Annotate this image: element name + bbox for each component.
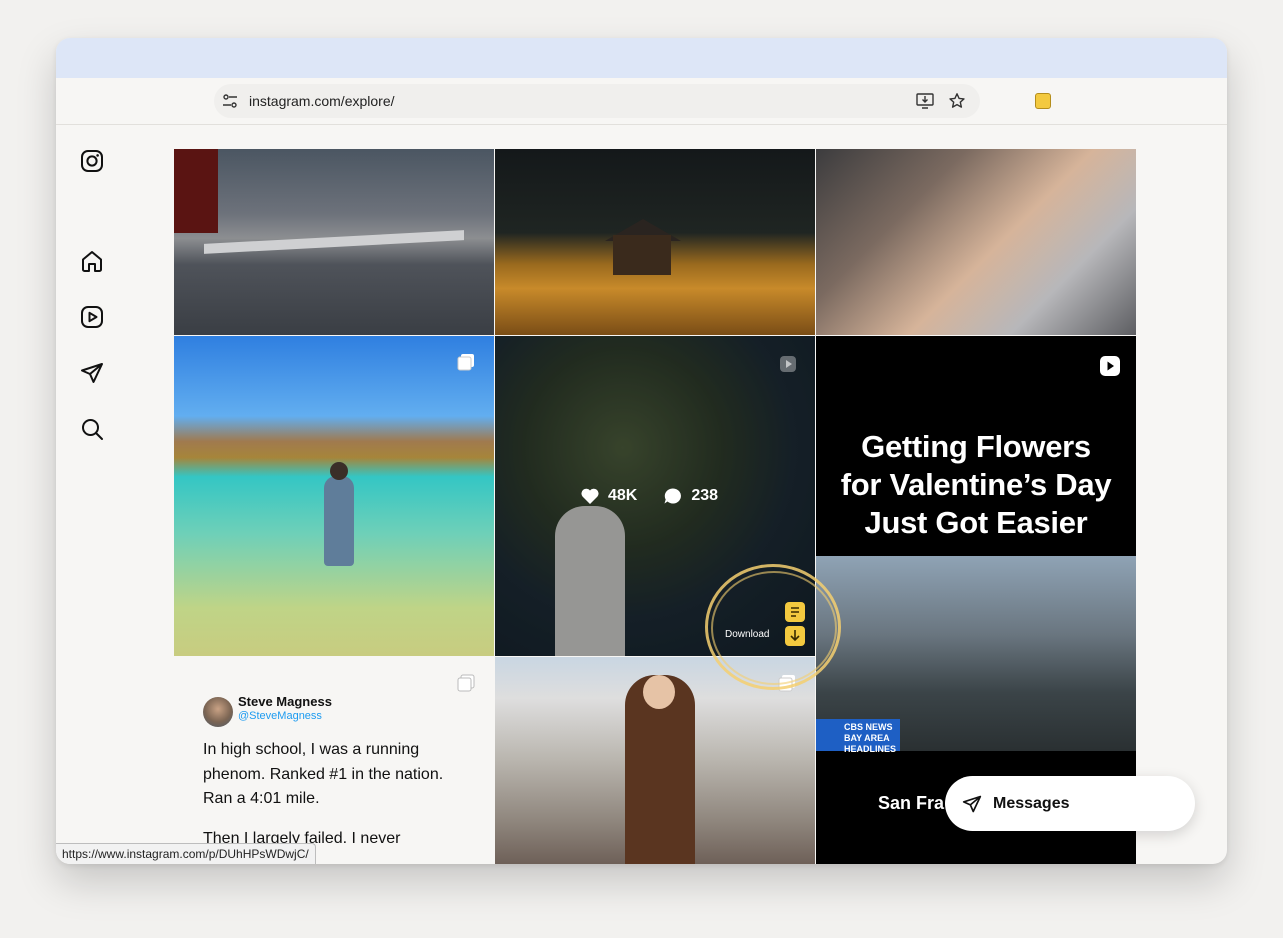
fisherman-shape: [324, 476, 354, 566]
reels-icon[interactable]: [80, 305, 104, 329]
explore-grid: 48K 238 Download Getting Flowers for Val…: [174, 149, 1136, 864]
news-sub: HEADLINES: [844, 744, 897, 754]
heart-icon: [581, 488, 599, 504]
video-headline: Getting Flowers for Valentine’s Day Just…: [816, 428, 1136, 542]
post-tweet-card[interactable]: Steve Magness @SteveMagness In high scho…: [174, 657, 494, 864]
url-text[interactable]: instagram.com/explore/: [249, 93, 395, 109]
post-nails-photo[interactable]: [816, 149, 1136, 335]
post-stats: 48K 238: [580, 487, 718, 505]
carousel-icon: [457, 354, 474, 371]
face-shape: [643, 675, 675, 709]
headline-line-1: Getting Flowers: [861, 429, 1091, 464]
home-icon[interactable]: [80, 249, 104, 273]
status-bar-url: https://www.instagram.com/p/DUhHPsWDwjC/: [56, 843, 316, 864]
download-icon[interactable]: [785, 626, 805, 646]
direct-messages-icon: [962, 795, 982, 813]
post-street-photo[interactable]: [174, 149, 494, 335]
direct-messages-icon[interactable]: [80, 361, 104, 385]
post-fashion-photo[interactable]: [495, 657, 815, 864]
site-settings-icon[interactable]: [222, 93, 238, 109]
post-cliff-photo[interactable]: 48K 238 Download: [495, 336, 815, 656]
browser-toolbar: instagram.com/explore/: [56, 78, 1227, 125]
street-sign-shape: [174, 149, 218, 233]
reel-icon: [780, 356, 796, 372]
news-brand: CBS NEWS BAY AREA: [844, 722, 893, 743]
browser-titlebar: [56, 38, 1227, 78]
sidebar: [56, 125, 174, 864]
carousel-icon: [778, 675, 795, 692]
avatar: [203, 697, 233, 727]
instagram-logo-icon[interactable]: [80, 149, 104, 173]
comment-count: 238: [691, 487, 719, 504]
install-app-icon[interactable]: [916, 93, 934, 109]
carousel-icon: [457, 674, 475, 692]
fisherman-head-shape: [330, 462, 348, 480]
post-cabin-photo[interactable]: [495, 149, 815, 335]
search-icon[interactable]: [80, 417, 104, 441]
headline-line-3: Just Got Easier: [864, 505, 1088, 540]
bookmark-star-icon[interactable]: [948, 92, 966, 110]
like-count: 48K: [608, 487, 638, 504]
video-caption: San Fra: [878, 793, 945, 813]
news-lower-third: CBS NEWS BAY AREA HEADLINES: [816, 719, 900, 754]
headline-line-2: for Valentine’s Day: [840, 467, 1112, 502]
extension-icon[interactable]: [1035, 93, 1051, 109]
post-fishing-photo[interactable]: [174, 336, 494, 656]
comment-icon: [664, 488, 682, 504]
messages-label: Messages: [993, 795, 1070, 812]
browser-window: instagram.com/explore/ 48K 238 Download …: [56, 38, 1227, 864]
download-label: Download: [725, 629, 770, 640]
address-bar[interactable]: instagram.com/explore/: [214, 84, 980, 118]
tweet-author-handle: @SteveMagness: [238, 710, 322, 722]
cabin-shape: [613, 235, 671, 275]
tweet-paragraph-1: In high school, I was a running phenom. …: [203, 741, 444, 807]
download-extension-widget: Download: [725, 602, 815, 656]
curb-shape: [204, 230, 464, 254]
reel-icon: [1100, 356, 1120, 376]
tweet-author-name: Steve Magness: [238, 694, 332, 709]
messages-button[interactable]: Messages: [945, 776, 1195, 831]
document-icon[interactable]: [785, 602, 805, 622]
